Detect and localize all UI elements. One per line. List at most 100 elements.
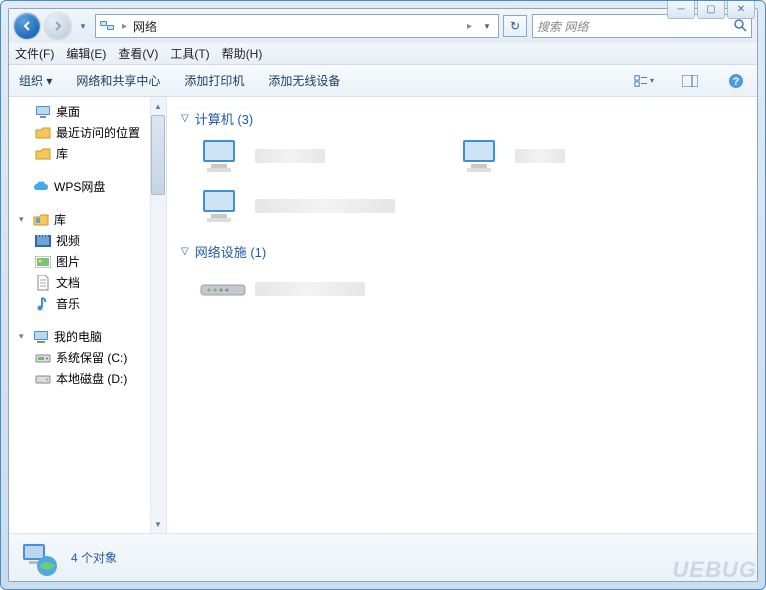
collapse-icon: ▽: [181, 246, 189, 257]
menu-bar: 文件(F) 编辑(E) 查看(V) 工具(T) 帮助(H): [9, 43, 757, 65]
drive-icon: [35, 350, 51, 366]
view-options-button[interactable]: ▾: [633, 70, 655, 92]
tree-wps[interactable]: WPS网盘: [9, 176, 166, 197]
folder-icon: [35, 146, 51, 162]
address-text: 网络: [133, 18, 461, 35]
search-icon: [733, 18, 747, 35]
recent-icon: [35, 125, 51, 141]
tree-label: 库: [54, 211, 66, 228]
pictures-icon: [35, 254, 51, 270]
preview-pane-button[interactable]: [679, 70, 701, 92]
menu-help[interactable]: 帮助(H): [222, 45, 263, 62]
section-label: 计算机 (3): [195, 109, 254, 128]
section-network-devices[interactable]: ▽ 网络设施 (1): [181, 242, 743, 261]
menu-tools[interactable]: 工具(T): [170, 45, 209, 62]
item-label: [255, 199, 395, 213]
scroll-down-icon[interactable]: ▼: [151, 516, 165, 532]
item-label: [255, 149, 325, 163]
computer-icon: [459, 136, 507, 176]
tree-libraries[interactable]: ▾ 库: [9, 209, 166, 230]
tree-drive-c[interactable]: 系统保留 (C:): [9, 347, 166, 368]
status-bar: 4 个对象: [9, 533, 757, 581]
section-computers[interactable]: ▽ 计算机 (3): [181, 109, 743, 128]
address-dropdown[interactable]: ▾: [478, 21, 496, 32]
tree-label: 本地磁盘 (D:): [56, 370, 127, 387]
maximize-button[interactable]: ▢: [697, 1, 725, 19]
window-controls: ─ ▢ ✕: [667, 1, 755, 19]
computers-grid: [199, 136, 743, 226]
svg-text:?: ?: [733, 76, 740, 88]
cloud-icon: [33, 179, 49, 195]
tree-label: 文档: [56, 274, 80, 291]
tree-label: 图片: [56, 253, 80, 270]
back-button[interactable]: [14, 13, 40, 39]
tree-label: 库: [56, 145, 68, 162]
command-bar: 组织 ▾ 网络和共享中心 添加打印机 添加无线设备 ▾ ?: [9, 65, 757, 97]
computer-icon: [33, 329, 49, 345]
network-globe-icon: [19, 538, 59, 578]
network-center-button[interactable]: 网络和共享中心: [76, 72, 160, 89]
address-bar[interactable]: ▸ 网络 ▸ ▾: [95, 14, 499, 38]
tree-label: 我的电脑: [54, 328, 102, 345]
search-placeholder: 搜索 网络: [537, 18, 588, 35]
refresh-button[interactable]: ↻: [503, 15, 527, 37]
tree-documents[interactable]: 文档: [9, 272, 166, 293]
item-label: [255, 282, 365, 296]
network-icon: [98, 17, 116, 35]
menu-view[interactable]: 查看(V): [118, 45, 158, 62]
menu-edit[interactable]: 编辑(E): [66, 45, 106, 62]
section-label: 网络设施 (1): [195, 242, 267, 261]
computer-item[interactable]: [199, 186, 429, 226]
documents-icon: [35, 275, 51, 291]
minimize-button[interactable]: ─: [667, 1, 695, 19]
network-devices-grid: [199, 269, 743, 309]
tree-label: 视频: [56, 232, 80, 249]
content-frame: ▾ ▸ 网络 ▸ ▾ ↻ 搜索 网络: [8, 8, 758, 582]
tree-videos[interactable]: 视频: [9, 230, 166, 251]
scroll-up-icon[interactable]: ▲: [151, 98, 165, 114]
tree-desktop[interactable]: 桌面: [9, 101, 166, 122]
computer-item[interactable]: [459, 136, 689, 176]
libraries-icon: [33, 212, 49, 228]
computer-icon: [199, 136, 247, 176]
computer-item[interactable]: [199, 136, 429, 176]
router-icon: [199, 269, 247, 309]
tree-label: 桌面: [56, 103, 80, 120]
watermark: UEBUG: [673, 557, 757, 583]
tree-pictures[interactable]: 图片: [9, 251, 166, 272]
computer-icon: [199, 186, 247, 226]
nav-history-dropdown[interactable]: ▾: [76, 16, 90, 36]
tree-label: 最近访问的位置: [56, 124, 140, 141]
status-text: 4 个对象: [71, 549, 117, 566]
content-pane: ▽ 计算机 (3): [167, 97, 757, 533]
tree-libraries-top[interactable]: 库: [9, 143, 166, 164]
tree-label: WPS网盘: [54, 178, 105, 195]
scrollbar[interactable]: ▲ ▼: [150, 97, 166, 533]
path-separator-icon: ▸: [120, 21, 129, 32]
navigation-bar: ▾ ▸ 网络 ▸ ▾ ↻ 搜索 网络: [9, 9, 757, 43]
music-icon: [35, 296, 51, 312]
expand-icon: ▾: [19, 331, 28, 342]
tree-label: 音乐: [56, 295, 80, 312]
expand-icon: ▾: [19, 214, 28, 225]
network-device-item[interactable]: [199, 269, 429, 309]
scroll-thumb[interactable]: [151, 115, 165, 195]
path-separator-icon: ▸: [465, 21, 474, 32]
item-label: [515, 149, 565, 163]
tree-recent[interactable]: 最近访问的位置: [9, 122, 166, 143]
tree-label: 系统保留 (C:): [56, 349, 127, 366]
tree-computer[interactable]: ▾ 我的电脑: [9, 326, 166, 347]
close-button[interactable]: ✕: [727, 1, 755, 19]
add-wireless-button[interactable]: 添加无线设备: [268, 72, 340, 89]
tree-drive-d[interactable]: 本地磁盘 (D:): [9, 368, 166, 389]
menu-file[interactable]: 文件(F): [15, 45, 54, 62]
add-printer-button[interactable]: 添加打印机: [184, 72, 244, 89]
body-split: 桌面 最近访问的位置 库 WPS网盘 ▾: [9, 97, 757, 533]
organize-button[interactable]: 组织 ▾: [19, 72, 52, 89]
collapse-icon: ▽: [181, 113, 189, 124]
forward-button[interactable]: [45, 13, 71, 39]
video-icon: [35, 233, 51, 249]
desktop-icon: [35, 104, 51, 120]
tree-music[interactable]: 音乐: [9, 293, 166, 314]
help-button[interactable]: ?: [725, 70, 747, 92]
